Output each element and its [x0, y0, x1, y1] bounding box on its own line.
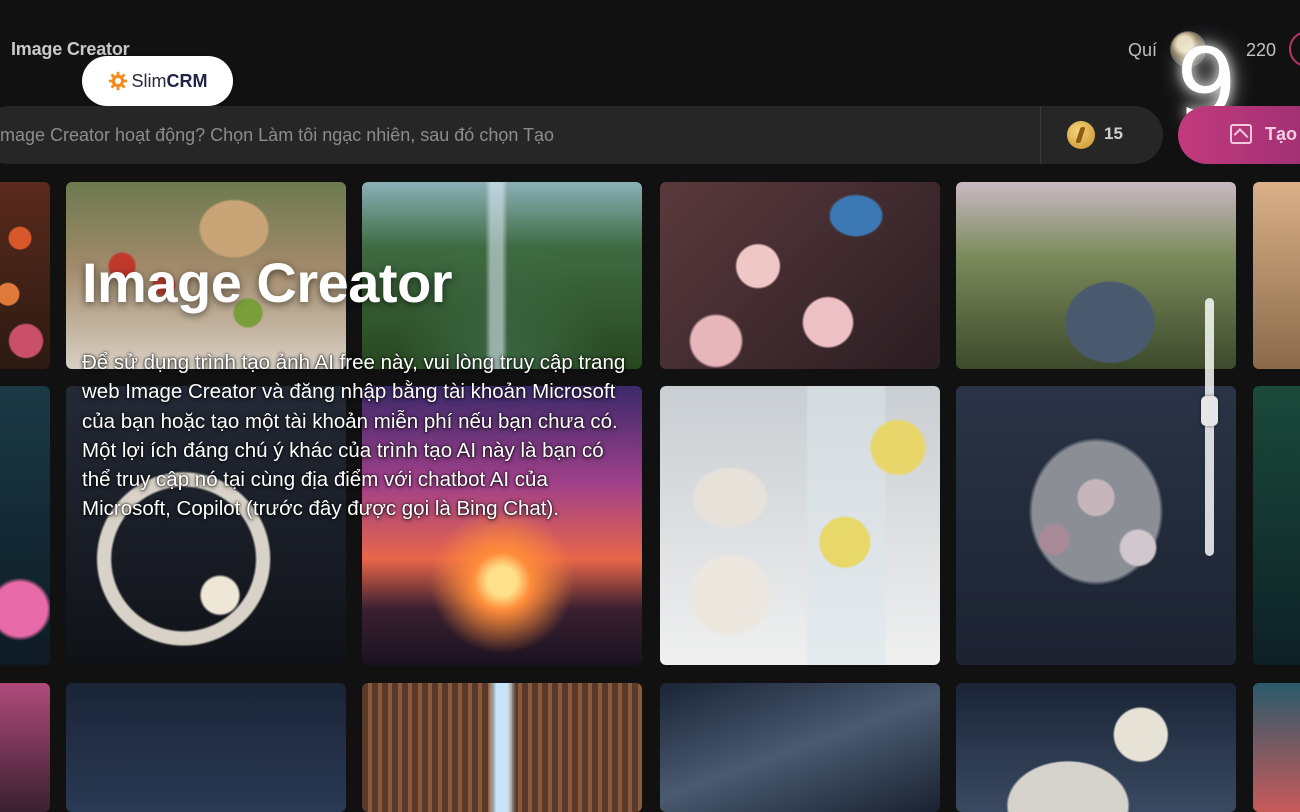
boost-coin-icon[interactable]	[1067, 121, 1095, 149]
gallery-image-polar-bears-lemonade[interactable]	[660, 386, 940, 665]
scrollbar-track[interactable]	[1205, 298, 1214, 556]
gallery-image-night-city[interactable]	[66, 683, 346, 812]
gallery-image-tulips[interactable]	[0, 182, 50, 369]
gallery-image-aurora[interactable]	[1253, 386, 1300, 665]
brand-suffix: CRM	[166, 70, 208, 91]
gallery-image-autumn-park[interactable]	[1253, 182, 1300, 369]
gallery-image-neon-forest[interactable]	[0, 386, 50, 665]
gallery-image-library-hall[interactable]	[362, 683, 642, 812]
brand-name: SlimCRM	[132, 71, 208, 92]
image-add-icon	[1230, 124, 1252, 144]
brand-prefix: Slim	[131, 70, 167, 91]
scrollbar-thumb[interactable]	[1201, 396, 1218, 426]
gallery-image-moon-polar-bear[interactable]	[956, 683, 1236, 812]
gallery-image-milky-way[interactable]	[660, 683, 940, 812]
prompt-bar: 15	[0, 106, 1163, 164]
gallery-image-coral-reef[interactable]	[1253, 683, 1300, 812]
credits-ring-icon[interactable]	[1289, 31, 1300, 67]
prompt-input[interactable]	[0, 106, 1040, 164]
overlay-description: Để sử dụng trình tạo ảnh AI free này, vu…	[82, 351, 626, 521]
credits-count: 220	[1246, 40, 1277, 60]
gallery-image-park-stream[interactable]	[956, 182, 1236, 369]
overlay-title: Image Creator	[82, 251, 453, 314]
prompt-divider	[1040, 106, 1041, 164]
gear-icon	[108, 71, 127, 91]
gallery-image-silver-bouquet[interactable]	[956, 386, 1236, 665]
create-label: Tạo	[1265, 124, 1298, 144]
boost-count: 15	[1104, 124, 1123, 143]
slimcrm-logo: SlimCRM	[82, 56, 233, 106]
create-button[interactable]: Tạo	[1178, 106, 1300, 164]
user-name[interactable]: Quí	[1128, 40, 1157, 61]
gallery-image-cherry-blossom-butterfly[interactable]	[660, 182, 940, 369]
gallery-image-pink-trees[interactable]	[0, 683, 50, 812]
